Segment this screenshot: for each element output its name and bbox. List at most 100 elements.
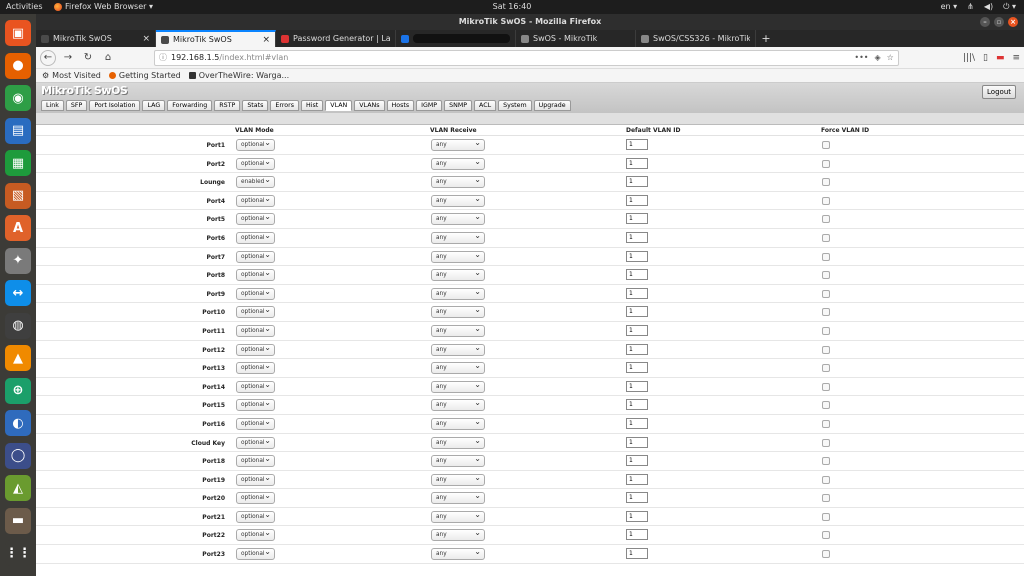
default-vlan-id-input[interactable]: 1 [626,492,648,504]
browser-tab[interactable]: MikroTik SwOS × [36,30,156,47]
activities-button[interactable]: Activities [6,2,43,11]
default-vlan-id-input[interactable]: 1 [626,343,648,355]
force-vlan-id-checkbox[interactable] [822,438,830,447]
close-icon[interactable]: × [1008,17,1018,27]
browser-tab[interactable] [396,30,516,47]
swos-tab-system[interactable]: System [498,100,532,111]
swos-tab-hist[interactable]: Hist [301,100,324,111]
settings-icon[interactable]: ✦ [5,247,31,274]
browser-tab[interactable]: MikroTik SwOS × [156,30,276,47]
home-icon[interactable]: ⌂ [100,50,116,66]
volume-icon[interactable]: ◀) [984,2,993,12]
force-vlan-id-checkbox[interactable] [822,512,830,521]
vlan-mode-select[interactable]: optional [236,436,275,449]
tab-close-icon[interactable]: × [262,35,270,45]
vlan-mode-select[interactable]: optional [236,305,275,319]
bookmark-most-visited[interactable]: ⚙ Most Visited [42,71,101,80]
power-icon[interactable]: ⏻ ▾ [1003,2,1016,12]
default-vlan-id-input[interactable]: 1 [626,231,648,243]
vlan-mode-select[interactable]: optional [236,268,275,282]
library-icon[interactable]: |||\ [963,53,975,63]
bookmark-getting-started[interactable]: Getting Started [108,71,181,80]
vlan-receive-select[interactable]: any [431,380,485,393]
vlan-receive-select[interactable]: any [431,454,485,468]
sidebar-icon[interactable]: ▯ [983,53,988,63]
force-vlan-id-checkbox[interactable] [822,196,830,205]
vlan-receive-select[interactable]: any [431,436,485,449]
vlan-mode-select[interactable]: optional [236,380,275,393]
vlan-receive-select[interactable]: any [431,268,485,282]
files-icon[interactable]: ▣ [5,20,31,46]
default-vlan-id-input[interactable]: 1 [626,548,648,560]
force-vlan-id-checkbox[interactable] [822,308,830,317]
vlan-receive-select[interactable]: any [431,417,485,430]
default-vlan-id-input[interactable]: 1 [626,306,648,318]
calc-icon[interactable]: ▦ [5,150,31,176]
default-vlan-id-input[interactable]: 1 [626,269,648,281]
default-vlan-id-input[interactable]: 1 [626,455,648,467]
vlan-mode-select[interactable]: optional [236,528,275,542]
default-vlan-id-input[interactable]: 1 [626,417,648,429]
vlan-mode-select[interactable]: optional [236,417,275,430]
page-actions-icon[interactable]: ••• [854,53,868,62]
wireshark-icon[interactable]: ◍ [5,312,31,339]
vlan-receive-select[interactable]: any [431,398,485,412]
swos-tab-snmp[interactable]: SNMP [444,100,473,111]
vlan-mode-select[interactable]: optional [236,250,275,263]
swos-tab-lag[interactable]: LAG [142,100,166,111]
default-vlan-id-input[interactable]: 1 [626,250,648,262]
maximize-icon[interactable]: ▫ [994,17,1004,27]
force-vlan-id-checkbox[interactable] [822,531,830,540]
force-vlan-id-checkbox[interactable] [822,141,830,149]
default-vlan-id-input[interactable]: 1 [626,287,648,299]
force-vlan-id-checkbox[interactable] [822,326,830,335]
pocket-icon[interactable]: ◈ [875,53,881,62]
default-vlan-id-input[interactable]: 1 [626,436,648,448]
default-vlan-id-input[interactable]: 1 [626,529,648,541]
force-vlan-id-checkbox[interactable] [822,215,830,224]
vlan-mode-select[interactable]: optional [236,361,275,375]
vlan-mode-select[interactable]: optional [236,231,275,244]
vlan-mode-select[interactable]: optional [236,398,275,412]
vlan-receive-select[interactable]: any [431,510,485,523]
vlan-mode-select[interactable]: optional [236,157,275,170]
force-vlan-id-checkbox[interactable] [822,178,830,187]
bookmark-overthewire[interactable]: OverTheWire: Warga... [188,71,289,80]
browser-tab[interactable]: SwOS/CSS326 - MikroTik W [636,30,756,47]
default-vlan-id-input[interactable]: 1 [626,213,648,225]
vlan-mode-select[interactable]: optional [236,138,275,151]
vlan-receive-select[interactable]: any [431,528,485,542]
language-indicator[interactable]: en ▾ [941,2,958,12]
swos-tab-hosts[interactable]: Hosts [386,100,415,111]
vlan-mode-select[interactable]: optional [236,194,275,207]
default-vlan-id-input[interactable]: 1 [626,157,648,169]
browser-tab[interactable]: Password Generator | La [276,30,396,47]
vlan-receive-select[interactable]: any [431,194,485,207]
force-vlan-id-checkbox[interactable] [822,271,830,280]
swos-tab-link[interactable]: Link [41,100,64,111]
default-vlan-id-input[interactable]: 1 [626,194,648,206]
force-vlan-id-checkbox[interactable] [822,345,830,354]
force-vlan-id-checkbox[interactable] [822,364,830,373]
vlan-receive-select[interactable]: any [431,547,485,561]
force-vlan-id-checkbox[interactable] [822,382,830,391]
vlan-receive-select[interactable]: any [431,324,485,337]
swos-tab-sfp[interactable]: SFP [65,100,88,111]
force-vlan-id-checkbox[interactable] [822,475,830,484]
force-vlan-id-checkbox[interactable] [822,419,830,428]
firefox-icon[interactable]: ● [5,52,31,79]
default-vlan-id-input[interactable]: 1 [626,510,648,522]
eclipse-icon[interactable]: ◯ [5,442,31,469]
vlan-receive-select[interactable]: any [431,138,485,151]
force-vlan-id-checkbox[interactable] [822,457,830,466]
hamburger-menu-icon[interactable]: ≡ [1012,53,1020,63]
default-vlan-id-input[interactable]: 1 [626,139,648,150]
tab-close-icon[interactable]: × [142,34,150,44]
swos-tab-vlans[interactable]: VLANs [354,100,385,111]
teamviewer-icon[interactable]: ↔ [5,280,31,306]
forward-icon[interactable]: → [60,50,76,66]
vlan-receive-select[interactable]: any [431,343,485,356]
vlan-receive-select[interactable]: any [431,157,485,170]
reload-icon[interactable]: ↻ [80,50,96,66]
vlan-receive-select[interactable]: any [431,250,485,263]
